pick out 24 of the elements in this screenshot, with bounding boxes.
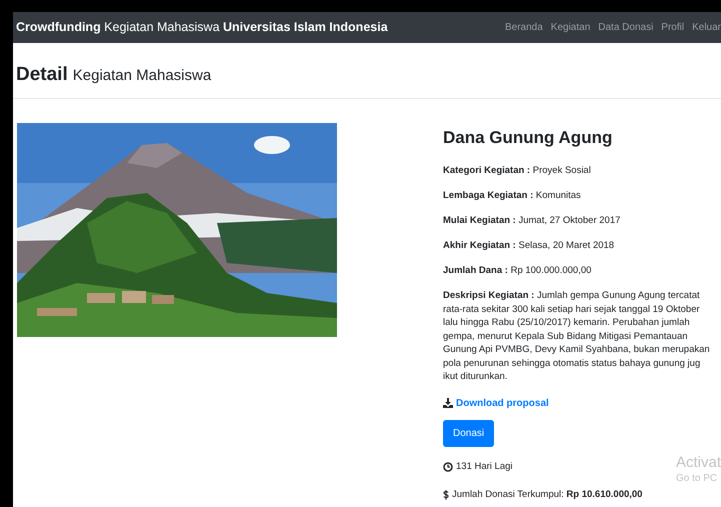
nav-link[interactable]: Beranda	[504, 20, 543, 35]
download-icon	[443, 398, 453, 408]
clock-icon	[443, 462, 453, 472]
brand-link[interactable]: Crowdfunding Kegiatan Mahasiswa Universitas Islam Indonesia	[16, 18, 388, 37]
activity-title: Dana Gunung Agung	[443, 126, 614, 149]
dollar-icon	[443, 490, 449, 500]
nav-link[interactable]: Kegiatan	[550, 20, 590, 35]
detail-field: Jumlah Dana : Rp 100.000.000,00	[443, 264, 710, 277]
days-left: 131 Hari Lagi	[456, 460, 513, 474]
detail-field: Akhir Kegiatan : Selasa, 20 Maret 2018	[443, 239, 710, 252]
detail-field: Mulai Kegiatan : Jumat, 27 Oktober 2017	[443, 214, 710, 227]
page-subtitle: Kegiatan Mahasiswa	[72, 66, 212, 86]
description: Deskripsi Kegiatan : Jumlah gempa Gunung Agung tercatat rata-rata sekitar 300 kali setiap hari sejak tanggal 19 Oktober lalu hingga Rabu (25/10/2017) kemarin. Perubahan jumlah gempa, menurut Kepala Sub Bidang Mitigasi Pemantauan Gunung Api PVMBG, Devy Kamil Syahbana, bukan merupakan pola penurunan sehingga otomatis status bahaya gunung jug ikut diturunkan.	[443, 289, 710, 384]
page-title: Detail	[16, 63, 68, 87]
nav-link[interactable]: Profil	[661, 20, 684, 35]
nav-link[interactable]: Data Donasi	[598, 20, 654, 35]
activation-title: Activat	[676, 454, 721, 471]
detail-field: Kategori Kegiatan : Proyek Sosial	[443, 164, 710, 177]
donate-button[interactable]: Donasi	[443, 420, 494, 446]
activation-subtitle: Go to PC	[676, 472, 718, 486]
nav-link[interactable]: Keluar	[692, 20, 721, 35]
detail-field: Lembaga Kegiatan : Komunitas	[443, 189, 710, 202]
download-link[interactable]: Download proposal	[456, 396, 549, 410]
collected-amount: Jumlah Donasi Terkumpul: Rp 10.610.000,00	[452, 488, 642, 502]
